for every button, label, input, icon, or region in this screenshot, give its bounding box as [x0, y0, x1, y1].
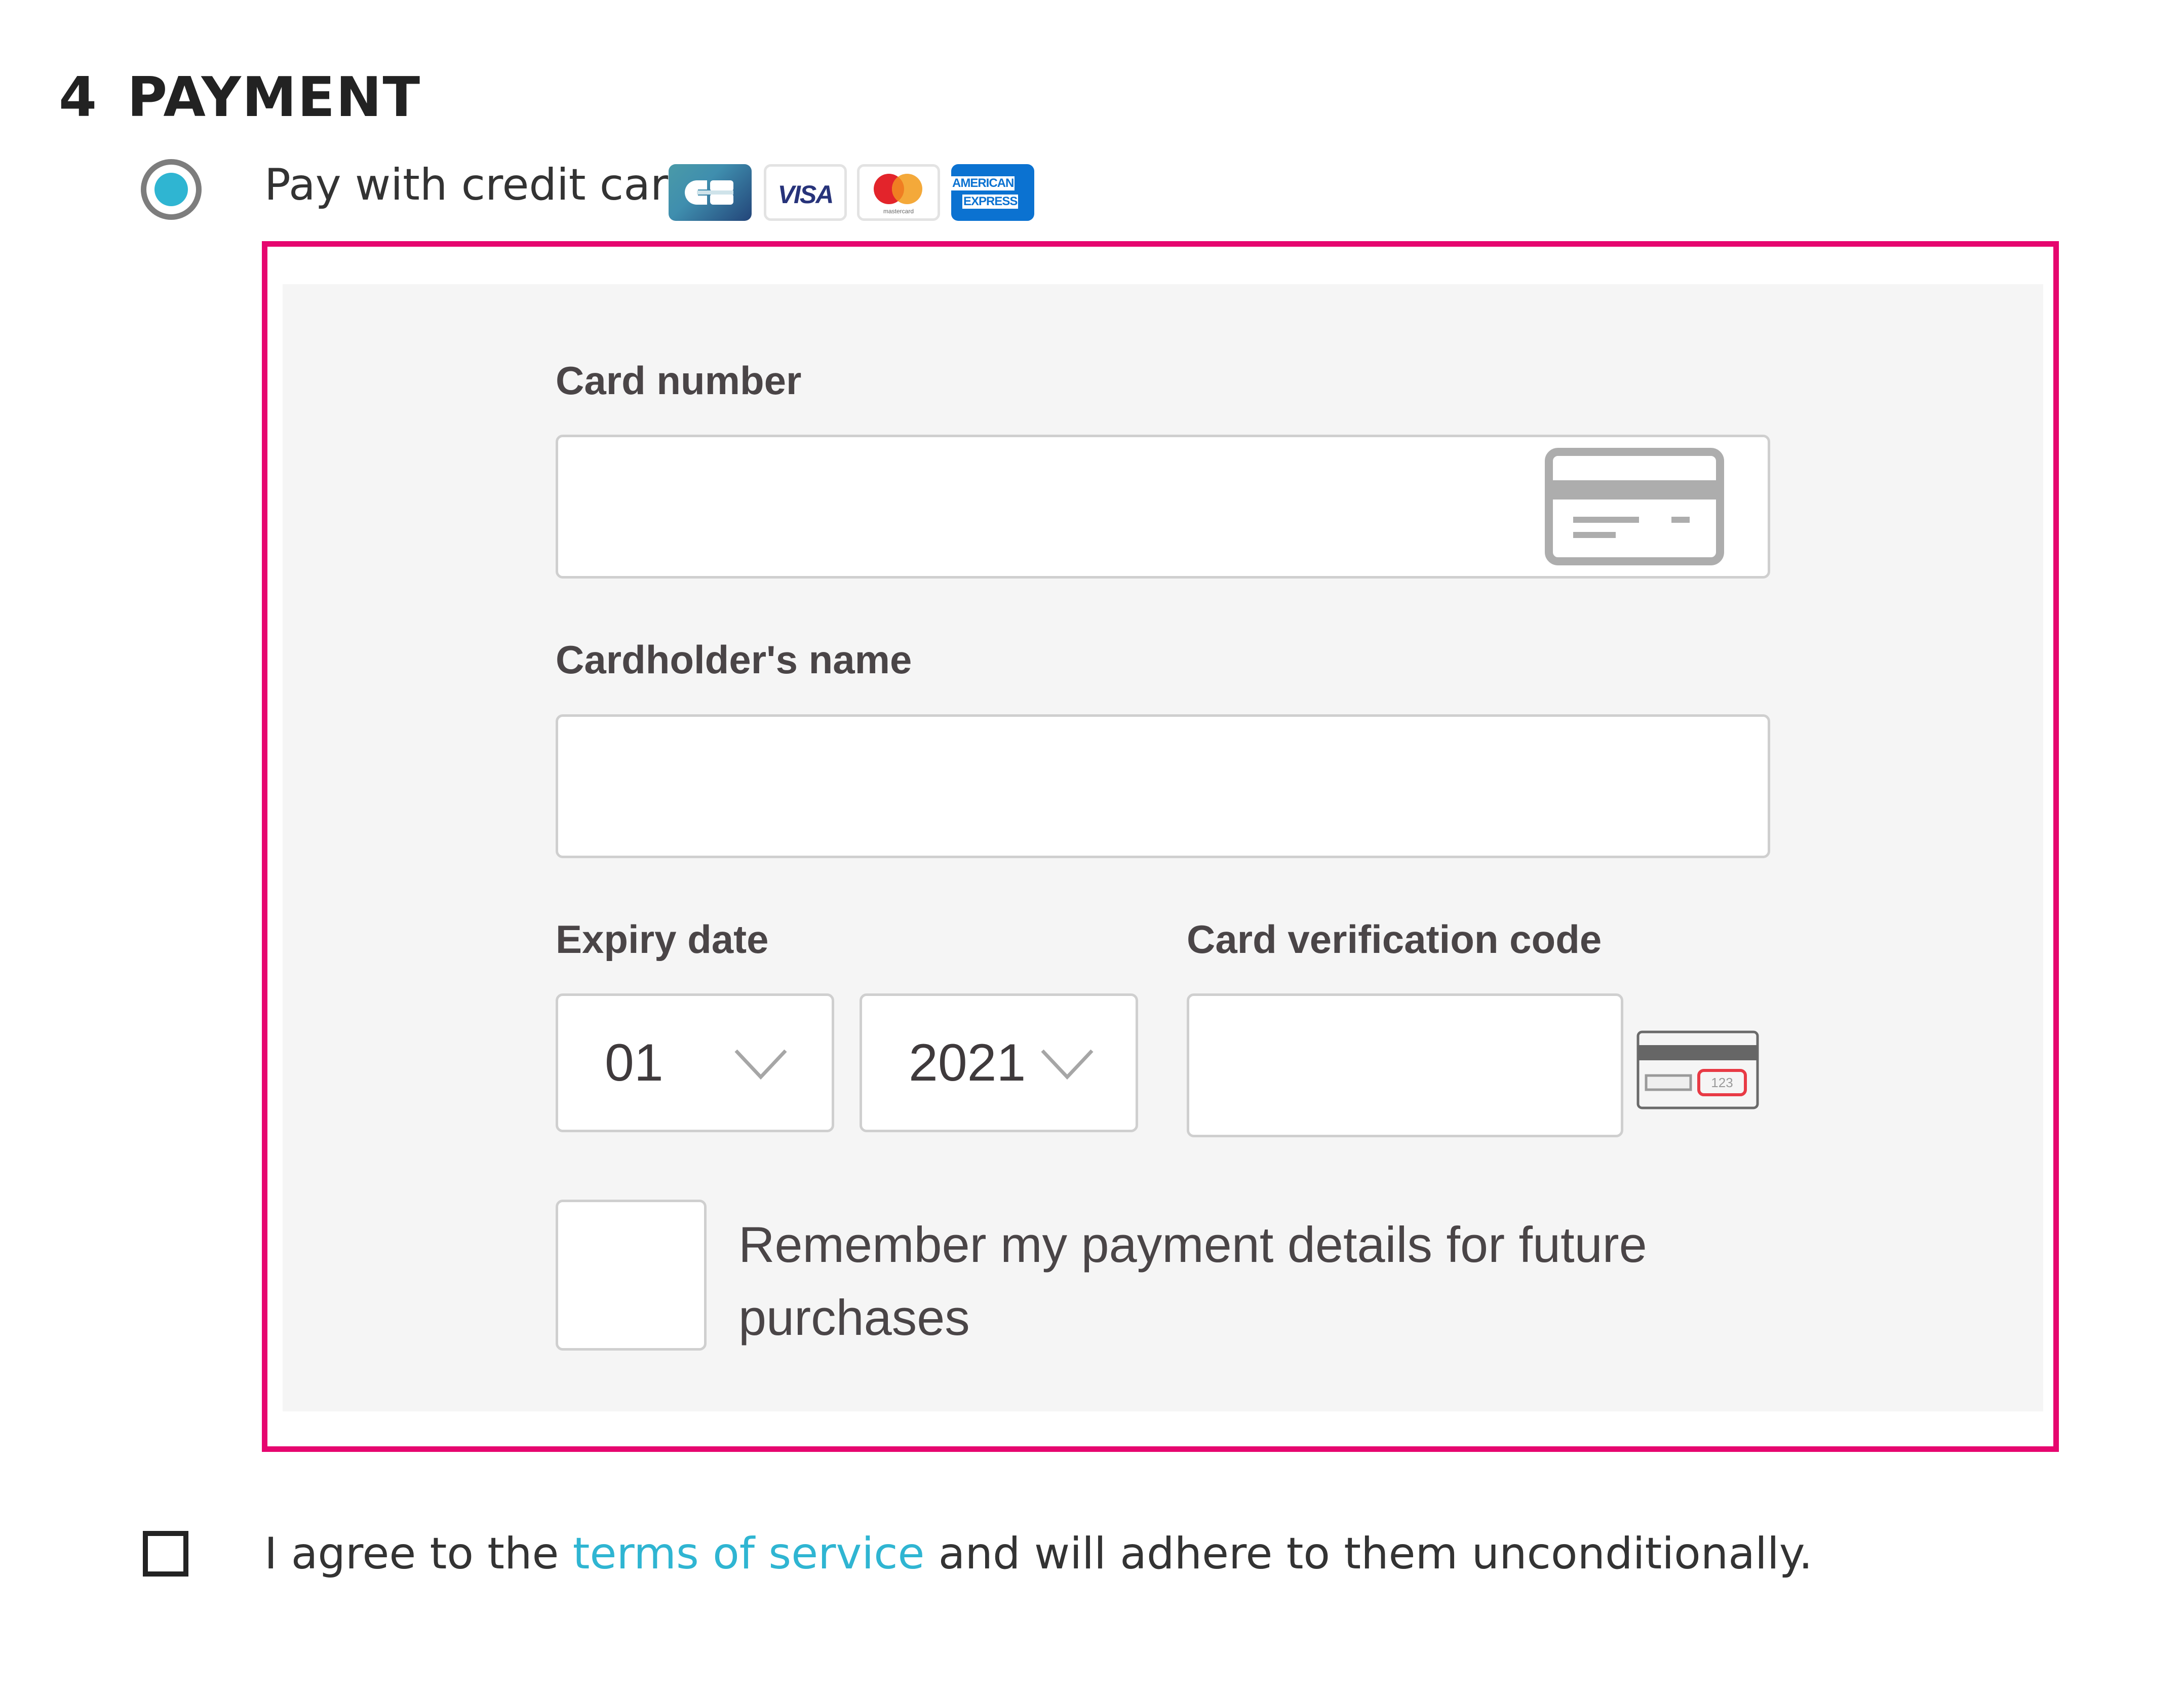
expiry-date-label: Expiry date — [556, 917, 769, 962]
remember-payment-label[interactable]: Remember my payment details for future p… — [738, 1208, 1751, 1354]
american-express-logo-icon: AMERICAN EXPRESS — [951, 164, 1034, 221]
expiry-month-select[interactable]: 01 — [556, 993, 834, 1132]
visa-logo-icon: VISA — [764, 164, 847, 221]
svg-text:123: 123 — [1711, 1075, 1733, 1090]
credit-card-icon — [1545, 448, 1724, 565]
pay-with-credit-card-radio[interactable] — [141, 159, 202, 220]
cardholder-name-input[interactable] — [556, 714, 1770, 858]
expiry-year-value: 2021 — [909, 1033, 1026, 1092]
cvc-input[interactable] — [1187, 993, 1623, 1137]
mastercard-logo-icon: mastercard — [857, 164, 940, 221]
cvc-label: Card verification code — [1187, 917, 1602, 962]
terms-label: I agree to the terms of service and will… — [264, 1530, 1813, 1578]
cb-logo-icon — [669, 164, 752, 221]
section-number: 4 — [59, 66, 98, 129]
terms-of-service-link[interactable]: terms of service — [573, 1528, 925, 1579]
pay-with-credit-card-label[interactable]: Pay with credit card — [264, 163, 695, 207]
chevron-down-icon — [734, 1049, 787, 1080]
radio-selected-dot — [154, 173, 188, 206]
svg-text:mastercard: mastercard — [883, 208, 914, 215]
cvc-card-back-icon: 123 — [1636, 1030, 1760, 1111]
terms-checkbox[interactable] — [143, 1531, 188, 1577]
section-title: PAYMENT — [127, 66, 421, 129]
section-heading: 4 PAYMENT — [59, 66, 421, 129]
expiry-year-select[interactable]: 2021 — [860, 993, 1138, 1132]
chevron-down-icon — [1041, 1049, 1094, 1080]
remember-payment-checkbox[interactable] — [556, 1200, 707, 1351]
terms-prefix: I agree to the — [264, 1528, 573, 1579]
cardholder-name-label: Cardholder's name — [556, 637, 912, 682]
expiry-month-value: 01 — [605, 1033, 664, 1092]
terms-suffix: and will adhere to them unconditionally. — [924, 1528, 1813, 1579]
card-number-label: Card number — [556, 358, 802, 403]
